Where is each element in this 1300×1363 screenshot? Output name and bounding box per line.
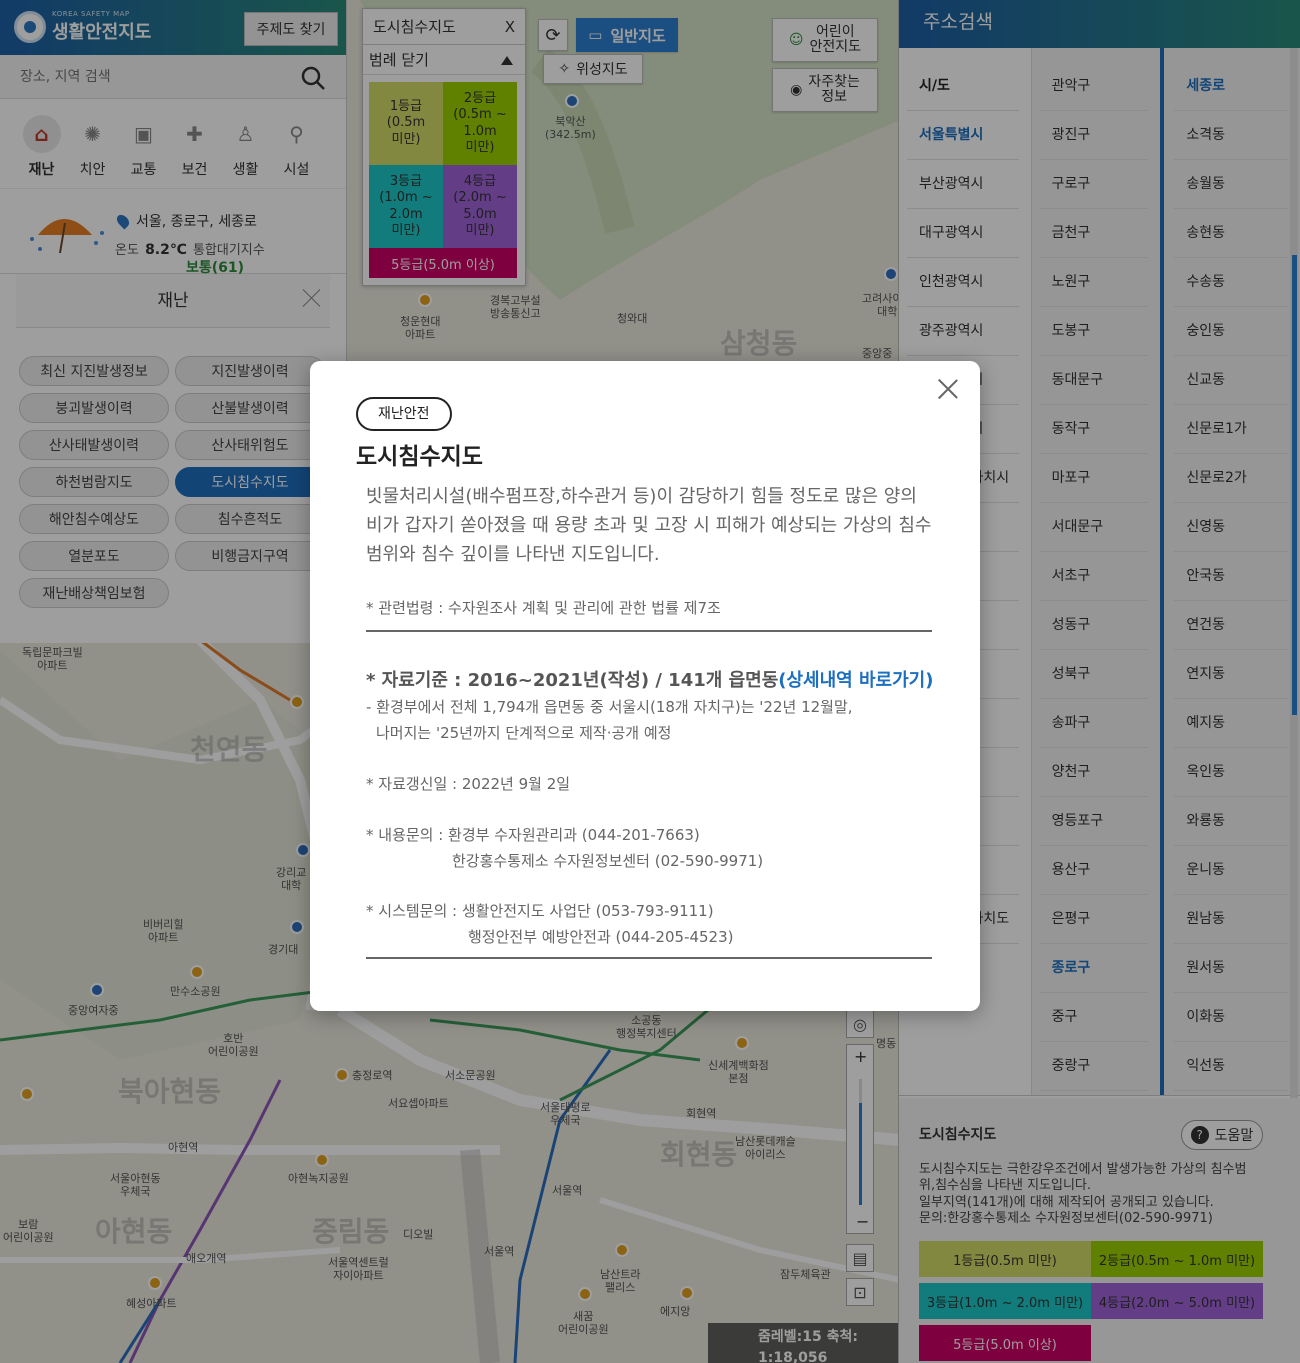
info-modal: 재난안전 도시침수지도 빗물처리시설(배수펌프장,하수관거 등)이 감당하기 힘… [310,361,980,1011]
modal-close-icon[interactable] [938,379,958,399]
modal-contact-line1: * 내용문의 : 환경부 수자원관리과 (044-201-7663) [366,826,700,844]
modal-note-line2: 나머지는 '25년까지 단계적으로 제작·공개 예정 [376,723,672,742]
modal-system-contact: * 시스템문의 : 생활안전지도 사업단 (053-793-9111) 행정안전… [366,899,734,950]
modal-note-line1: - 환경부에서 전체 1,794개 읍면동 중 서울시(18개 자치구)는 '2… [366,698,853,716]
modal-title: 도시침수지도 [356,444,483,470]
modal-divider [366,630,932,632]
modal-description: 빗물처리시설(배수펌프장,하수관거 등)이 감당하기 힘들 정도로 많은 양의 … [366,486,932,565]
modal-data-source: * 자료기준 : 2016~2021년(작성) / 141개 읍면동(상세내역 … [366,666,933,692]
modal-note: - 환경부에서 전체 1,794개 읍면동 중 서울시(18개 자치구)는 '2… [366,695,853,746]
modal-source-text: * 자료기준 : 2016~2021년(작성) / 141개 읍면동 [366,670,779,691]
modal-contact: * 내용문의 : 환경부 수자원관리과 (044-201-7663) 한강홍수통… [366,823,763,874]
modal-detail-link[interactable]: (상세내역 바로가기) [778,670,933,691]
modal-system-line1: * 시스템문의 : 생활안전지도 사업단 (053-793-9111) [366,902,714,920]
modal-category-badge: 재난안전 [356,397,452,431]
modal-divider [366,957,932,959]
modal-contact-line2: 한강홍수통제소 수자원정보센터 (02-590-9971) [452,851,764,870]
modal-update-date: * 자료갱신일 : 2022년 9월 2일 [366,775,571,793]
modal-law: * 관련법령 : 수자원조사 계획 및 관리에 관한 법률 제7조 [366,599,721,617]
modal-system-line2: 행정안전부 예방안전과 (044-205-4523) [468,927,734,946]
